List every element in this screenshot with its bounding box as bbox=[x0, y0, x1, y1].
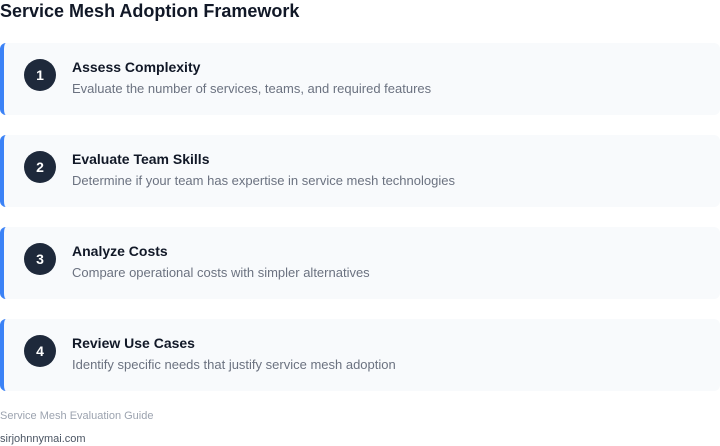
step-description: Compare operational costs with simpler a… bbox=[72, 265, 370, 280]
step-number-badge: 3 bbox=[24, 243, 56, 275]
step-number-badge: 2 bbox=[24, 151, 56, 183]
step-number-badge: 1 bbox=[24, 59, 56, 91]
step-number-badge: 4 bbox=[24, 335, 56, 367]
step-title: Assess Complexity bbox=[72, 59, 201, 75]
footer-site-link[interactable]: sirjohnnymai.com bbox=[0, 432, 86, 446]
step-title: Analyze Costs bbox=[72, 243, 168, 259]
steps-list: 1 Assess Complexity Evaluate the number … bbox=[0, 43, 720, 411]
step-description: Evaluate the number of services, teams, … bbox=[72, 81, 432, 96]
step-card-3: 3 Analyze Costs Compare operational cost… bbox=[0, 227, 720, 299]
step-card-2: 2 Evaluate Team Skills Determine if your… bbox=[0, 135, 720, 207]
step-card-4: 4 Review Use Cases Identify specific nee… bbox=[0, 319, 720, 391]
step-card-1: 1 Assess Complexity Evaluate the number … bbox=[0, 43, 720, 115]
step-description: Identify specific needs that justify ser… bbox=[72, 357, 396, 372]
step-title: Review Use Cases bbox=[72, 335, 195, 351]
page-title: Service Mesh Adoption Framework bbox=[0, 1, 300, 21]
step-title: Evaluate Team Skills bbox=[72, 151, 210, 167]
footer-caption: Service Mesh Evaluation Guide bbox=[0, 410, 154, 422]
step-description: Determine if your team has expertise in … bbox=[72, 173, 455, 188]
